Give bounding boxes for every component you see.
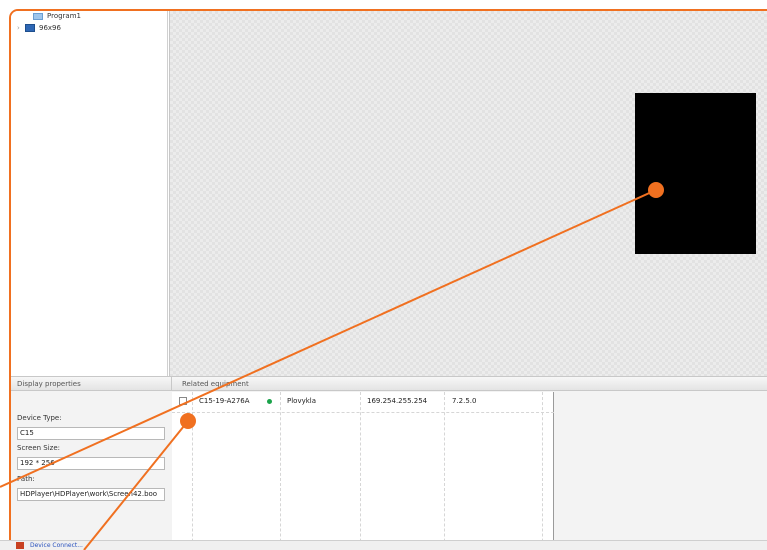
editor-canvas[interactable]	[169, 11, 767, 376]
row-checkbox[interactable]	[179, 397, 187, 405]
screen-icon	[25, 24, 35, 32]
tree-item-screen[interactable]: › 96x96	[17, 24, 61, 32]
program-icon	[33, 12, 43, 20]
column-divider	[444, 392, 445, 550]
path-label: Path:	[17, 475, 35, 483]
tree-item-program[interactable]: Program1	[33, 12, 81, 20]
ip-address-cell: 169.254.255.254	[367, 397, 428, 405]
device-type-label: Device Type:	[17, 414, 62, 422]
device-name-cell: Plovykla	[287, 397, 317, 405]
status-bar: Device Connect...	[0, 540, 767, 550]
online-status-icon	[267, 399, 272, 404]
display-properties-panel: Device Type: C15 Screen Size: 192 * 256 …	[11, 392, 171, 550]
tree-item-program-label: Program1	[47, 12, 81, 20]
display-preview-area[interactable]	[635, 93, 756, 254]
device-id-cell: C15-19-A276A	[199, 397, 250, 405]
app-window: Program1 › 96x96 Display properties Rela…	[9, 9, 767, 550]
connection-status-icon	[16, 542, 24, 549]
column-divider	[360, 392, 361, 550]
expand-chevron-icon[interactable]: ›	[17, 24, 25, 32]
bottom-panel: Display properties Related equipment Dev…	[11, 376, 767, 550]
row-divider	[172, 412, 554, 413]
path-field[interactable]: HDPlayer\HDPlayer\work\Screen42.boo	[17, 488, 165, 501]
tree-item-screen-label: 96x96	[39, 24, 61, 32]
device-type-field[interactable]: C15	[17, 427, 165, 440]
column-divider	[192, 392, 193, 550]
table-row[interactable]: C15-19-A276A Plovykla 169.254.255.254 7.…	[172, 394, 554, 410]
status-bar-text[interactable]: Device Connect...	[30, 541, 83, 550]
program-tree: Program1 › 96x96	[11, 11, 168, 376]
version-cell: 7.2.5.0	[452, 397, 477, 405]
related-equipment-header: Related equipment	[171, 377, 767, 391]
column-divider	[542, 392, 543, 550]
column-divider	[280, 392, 281, 550]
screen-size-label: Screen Size:	[17, 444, 61, 452]
related-equipment-table: C15-19-A276A Plovykla 169.254.255.254 7.…	[172, 392, 554, 550]
screen-size-field[interactable]: 192 * 256	[17, 457, 165, 470]
display-properties-header: Display properties	[11, 377, 171, 391]
equipment-empty-area	[556, 392, 767, 550]
